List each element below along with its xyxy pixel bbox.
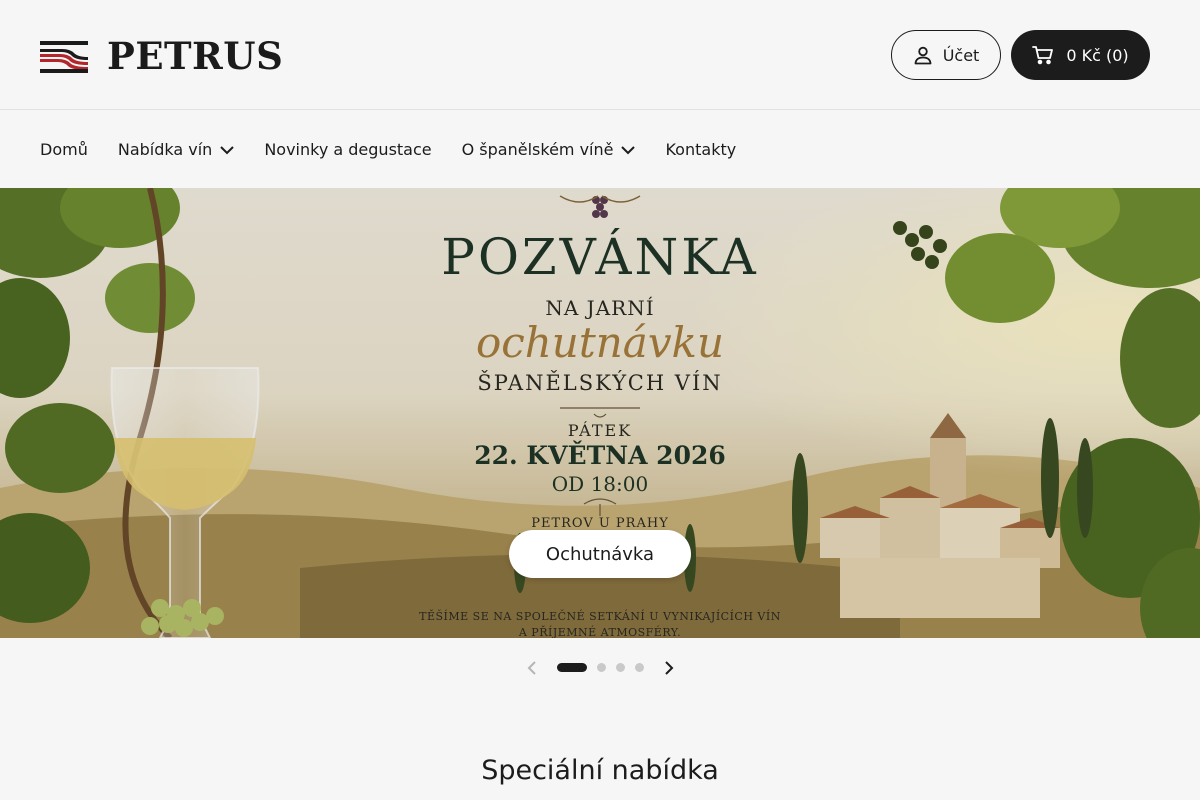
cart-label: 0 Kč (0) bbox=[1066, 45, 1129, 65]
chevron-right-icon[interactable] bbox=[659, 658, 679, 678]
nav-item-label: Novinky a degustace bbox=[264, 140, 432, 159]
chevron-down-icon bbox=[621, 145, 636, 154]
nav-item-label: O španělském víně bbox=[461, 140, 614, 159]
section-title: Speciální nabídka bbox=[481, 755, 719, 786]
nav-item-contacts[interactable]: Kontakty bbox=[665, 140, 736, 159]
slider-controls bbox=[520, 656, 680, 680]
nav-item-label: Kontakty bbox=[665, 140, 737, 159]
nav-item-home[interactable]: Domů bbox=[40, 140, 88, 159]
site-header: PETRUS Účet 0 Kč (0) bbox=[0, 0, 1200, 110]
account-label: Účet bbox=[942, 45, 980, 65]
cart-icon bbox=[1032, 46, 1054, 65]
hero-slider: POZVÁNKA NA JARNÍ ochutnávku ŠPANĚLSKÝCH… bbox=[0, 188, 1200, 638]
logo[interactable]: PETRUS bbox=[40, 38, 283, 75]
chevron-down-icon bbox=[220, 145, 235, 154]
tasting-button[interactable]: Ochutnávka bbox=[509, 530, 691, 578]
slider-dot[interactable] bbox=[635, 663, 644, 672]
slider-dot[interactable] bbox=[597, 663, 606, 672]
main-nav: Domů Nabídka vín Novinky a degustace O š… bbox=[0, 111, 1200, 188]
logo-mark-icon bbox=[40, 40, 88, 73]
nav-item-label: Domů bbox=[40, 140, 88, 159]
user-icon bbox=[914, 46, 932, 65]
chevron-left-icon[interactable] bbox=[522, 658, 542, 678]
cart-button[interactable]: 0 Kč (0) bbox=[1011, 30, 1150, 80]
nav-item-news-tastings[interactable]: Novinky a degustace bbox=[264, 140, 431, 159]
slider-dot-active[interactable] bbox=[557, 663, 587, 672]
account-button[interactable]: Účet bbox=[891, 30, 1001, 80]
nav-item-wine-offer[interactable]: Nabídka vín bbox=[117, 140, 235, 159]
nav-item-label: Nabídka vín bbox=[117, 140, 213, 159]
nav-item-spanish-wine[interactable]: O španělském víně bbox=[462, 140, 636, 159]
logo-text: PETRUS bbox=[107, 34, 284, 78]
slider-dot[interactable] bbox=[616, 663, 625, 672]
